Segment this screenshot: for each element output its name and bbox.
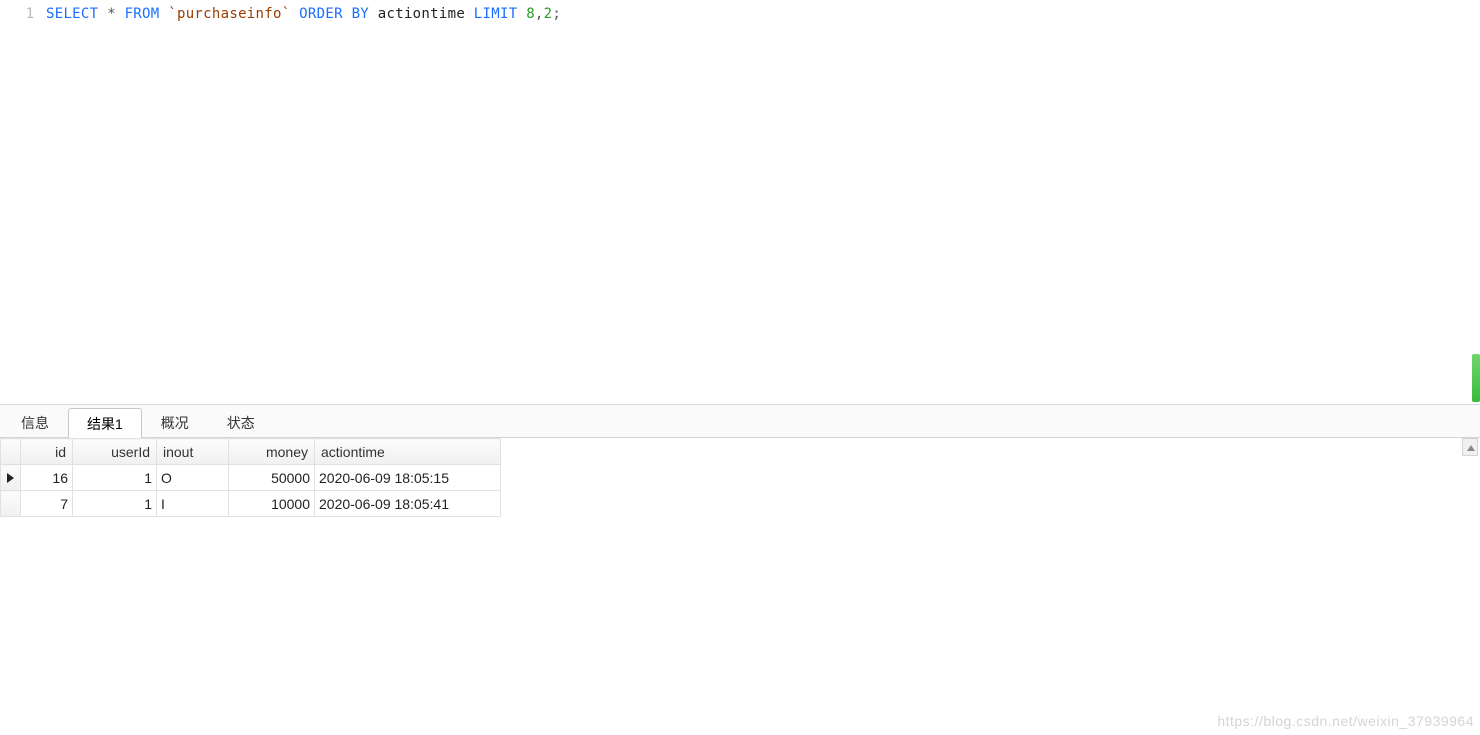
- col-header-id[interactable]: id: [21, 439, 73, 465]
- tab-result1[interactable]: 结果1: [68, 408, 142, 438]
- cell-id[interactable]: 16: [21, 465, 73, 491]
- sql-editor-pane[interactable]: 1 SELECT * FROM `purchaseinfo` ORDER BY …: [0, 0, 1480, 405]
- col-header-userId[interactable]: userId: [73, 439, 157, 465]
- line-number: 1: [26, 6, 34, 22]
- col-label: id: [55, 444, 66, 460]
- star: *: [107, 6, 116, 22]
- kw-limit: LIMIT: [474, 6, 518, 22]
- cell-userId[interactable]: 1: [73, 465, 157, 491]
- sql-code[interactable]: SELECT * FROM `purchaseinfo` ORDER BY ac…: [46, 0, 1480, 404]
- order-col: actiontime: [378, 6, 465, 22]
- col-header-actiontime[interactable]: actiontime: [315, 439, 501, 465]
- result-grid-wrap: id userId inout money actiontime 16 1 O …: [0, 438, 1480, 735]
- result-table[interactable]: id userId inout money actiontime 16 1 O …: [0, 438, 501, 517]
- comma: ,: [535, 6, 544, 22]
- current-row-indicator-icon: [1, 465, 21, 491]
- col-header-inout[interactable]: inout: [157, 439, 229, 465]
- tab-label: 信息: [21, 415, 49, 431]
- cell-actiontime[interactable]: 2020-06-09 18:05:41: [315, 491, 501, 517]
- col-header-money[interactable]: money: [229, 439, 315, 465]
- tab-info[interactable]: 信息: [2, 407, 68, 437]
- kw-by: BY: [352, 6, 369, 22]
- editor-change-indicator: [1472, 354, 1480, 402]
- cell-money[interactable]: 10000: [229, 491, 315, 517]
- col-label: actiontime: [321, 444, 385, 460]
- tab-profile[interactable]: 概况: [142, 407, 208, 437]
- table-row[interactable]: 16 1 O 50000 2020-06-09 18:05:15: [1, 465, 501, 491]
- tab-label: 结果1: [87, 416, 123, 432]
- semicolon: ;: [552, 6, 561, 22]
- tab-label: 概况: [161, 415, 189, 431]
- row-indicator-header: [1, 439, 21, 465]
- result-tabs: 信息 结果1 概况 状态: [0, 405, 1480, 438]
- results-scroll-up-icon[interactable]: [1462, 438, 1478, 456]
- col-label: userId: [111, 444, 150, 460]
- cell-money[interactable]: 50000: [229, 465, 315, 491]
- kw-order: ORDER: [299, 6, 343, 22]
- cell-id[interactable]: 7: [21, 491, 73, 517]
- table-row[interactable]: 7 1 I 10000 2020-06-09 18:05:41: [1, 491, 501, 517]
- kw-select: SELECT: [46, 6, 98, 22]
- limit-offset: 8: [526, 6, 535, 22]
- cell-inout[interactable]: O: [157, 465, 229, 491]
- cell-actiontime[interactable]: 2020-06-09 18:05:15: [315, 465, 501, 491]
- editor-line-gutter: 1: [0, 0, 42, 404]
- tab-status[interactable]: 状态: [208, 407, 274, 437]
- col-label: inout: [163, 444, 193, 460]
- cell-userId[interactable]: 1: [73, 491, 157, 517]
- tab-label: 状态: [227, 415, 255, 431]
- watermark-text: https://blog.csdn.net/weixin_37939964: [1217, 713, 1474, 729]
- col-label: money: [266, 444, 308, 460]
- header-row: id userId inout money actiontime: [1, 439, 501, 465]
- kw-from: FROM: [125, 6, 160, 22]
- cell-inout[interactable]: I: [157, 491, 229, 517]
- row-indicator: [1, 491, 21, 517]
- table-name: `purchaseinfo`: [168, 6, 290, 22]
